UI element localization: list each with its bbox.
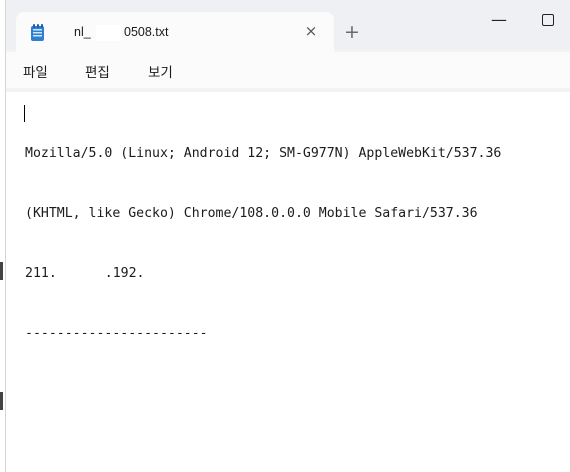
- notepad-window: nl_ 0508.txt × + — 파일 편집 보기 Mozilla/5.0 …: [5, 0, 570, 472]
- document-line: Mozilla/5.0 (Linux; Android 12; SM-G977N…: [25, 146, 502, 161]
- document-line: (KHTML, like Gecko) Chrome/108.0.0.0 Mob…: [25, 206, 478, 221]
- tab-title-part1: nl_: [74, 25, 91, 39]
- document-line: -----------------------: [25, 326, 208, 341]
- edge-artifact: [0, 262, 3, 280]
- title-bar: nl_ 0508.txt × + —: [6, 0, 570, 52]
- tab-title-part2: 0508.txt: [124, 25, 169, 39]
- menu-bar: 파일 편집 보기: [6, 52, 570, 88]
- notepad-file-icon: [31, 24, 44, 41]
- maximize-icon: [542, 13, 554, 26]
- close-tab-icon[interactable]: ×: [301, 21, 321, 41]
- minimize-button[interactable]: —: [484, 6, 514, 36]
- document-line: 211. .192.: [25, 264, 501, 284]
- menu-edit[interactable]: 편집: [85, 61, 110, 81]
- ip-part1: 211.: [25, 266, 57, 281]
- menu-file[interactable]: 파일: [23, 61, 48, 81]
- new-tab-icon[interactable]: +: [342, 22, 362, 42]
- menu-view[interactable]: 보기: [148, 61, 173, 81]
- tab-document[interactable]: nl_ 0508.txt ×: [16, 12, 334, 52]
- text-editor-area[interactable]: Mozilla/5.0 (Linux; Android 12; SM-G977N…: [6, 92, 570, 472]
- ip-part2: .192.: [104, 266, 145, 281]
- maximize-button[interactable]: [533, 6, 563, 36]
- redaction-mark: [96, 25, 122, 41]
- document-text: Mozilla/5.0 (Linux; Android 12; SM-G977N…: [25, 104, 501, 384]
- edge-artifact: [0, 392, 3, 410]
